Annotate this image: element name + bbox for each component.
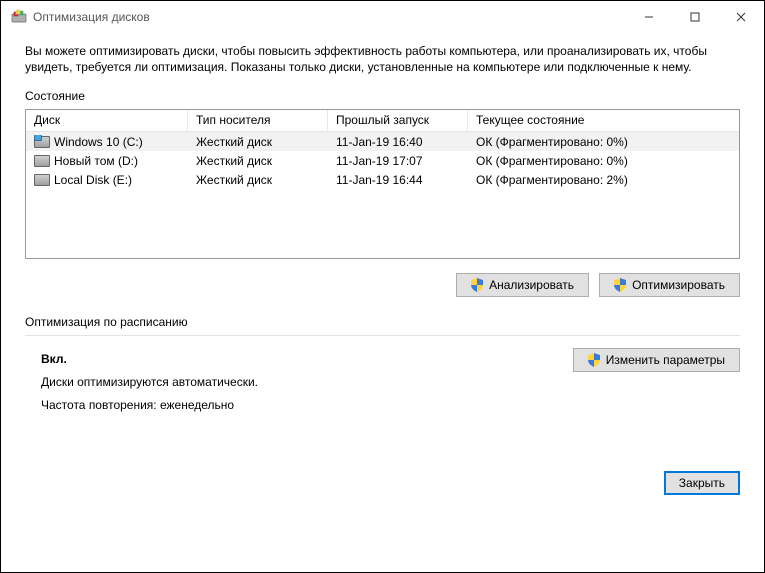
maximize-button[interactable]: [672, 1, 718, 33]
drive-icon: [34, 155, 50, 167]
schedule-on: Вкл.: [41, 348, 258, 371]
schedule-auto: Диски оптимизируются автоматически.: [41, 371, 258, 394]
app-icon: [11, 9, 27, 25]
close-button[interactable]: [718, 1, 764, 33]
col-media[interactable]: Тип носителя: [188, 110, 328, 131]
drive-media: Жесткий диск: [188, 154, 328, 168]
col-disk[interactable]: Диск: [26, 110, 188, 131]
minimize-button[interactable]: [626, 1, 672, 33]
table-row[interactable]: Windows 10 (C:) Жесткий диск 11-Jan-19 1…: [26, 132, 739, 151]
col-lastrun[interactable]: Прошлый запуск: [328, 110, 468, 131]
table-row[interactable]: Local Disk (E:) Жесткий диск 11-Jan-19 1…: [26, 170, 739, 189]
col-current[interactable]: Текущее состояние: [468, 110, 739, 131]
schedule-heading: Оптимизация по расписанию: [25, 315, 740, 329]
drive-name: Local Disk (E:): [54, 173, 132, 187]
drive-media: Жесткий диск: [188, 173, 328, 187]
drive-icon: [34, 136, 50, 148]
drive-name: Windows 10 (C:): [54, 135, 143, 149]
optimize-button[interactable]: Оптимизировать: [599, 273, 740, 297]
optimize-label: Оптимизировать: [632, 278, 725, 292]
drive-icon: [34, 174, 50, 186]
shield-icon: [588, 353, 600, 367]
intro-text: Вы можете оптимизировать диски, чтобы по…: [25, 43, 740, 75]
change-settings-button[interactable]: Изменить параметры: [573, 348, 740, 372]
drive-lastrun: 11-Jan-19 17:07: [328, 154, 468, 168]
drive-lastrun: 11-Jan-19 16:44: [328, 173, 468, 187]
drive-media: Жесткий диск: [188, 135, 328, 149]
drive-name: Новый том (D:): [54, 154, 138, 168]
table-row[interactable]: Новый том (D:) Жесткий диск 11-Jan-19 17…: [26, 151, 739, 170]
window-title: Оптимизация дисков: [33, 10, 626, 24]
schedule-freq: Частота повторения: еженедельно: [41, 394, 258, 417]
drive-status: ОК (Фрагментировано: 2%): [468, 173, 739, 187]
change-label: Изменить параметры: [606, 353, 725, 367]
close-label: Закрыть: [679, 476, 725, 490]
drive-status: ОК (Фрагментировано: 0%): [468, 135, 739, 149]
drives-table: Диск Тип носителя Прошлый запуск Текущее…: [25, 109, 740, 259]
drive-status: ОК (Фрагментировано: 0%): [468, 154, 739, 168]
close-dialog-button[interactable]: Закрыть: [664, 471, 740, 495]
shield-icon: [614, 278, 626, 292]
status-label: Состояние: [25, 89, 740, 103]
analyze-label: Анализировать: [489, 278, 574, 292]
shield-icon: [471, 278, 483, 292]
analyze-button[interactable]: Анализировать: [456, 273, 589, 297]
drive-lastrun: 11-Jan-19 16:40: [328, 135, 468, 149]
divider: [25, 335, 740, 336]
